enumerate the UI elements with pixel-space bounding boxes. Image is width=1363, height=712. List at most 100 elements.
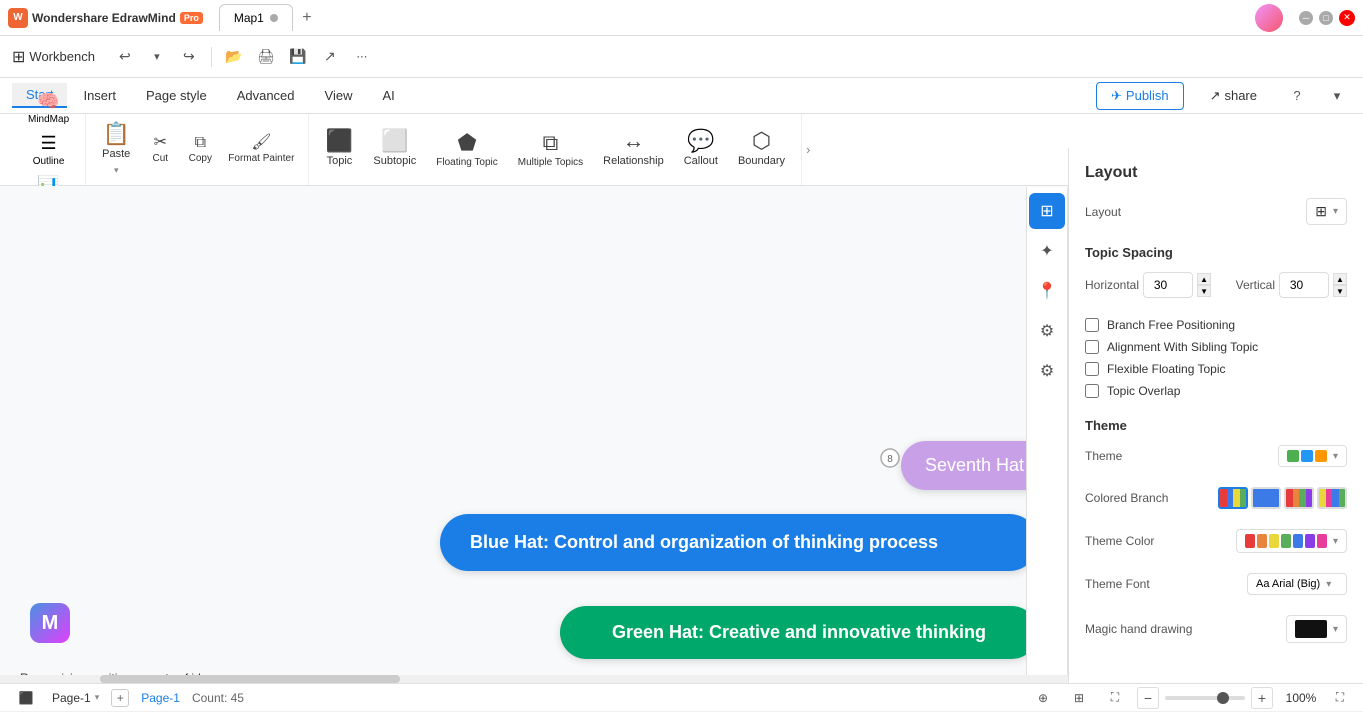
flexible-floating-checkbox[interactable] [1085,362,1099,376]
user-avatar[interactable] [1255,4,1283,32]
branch-free-label: Branch Free Positioning [1107,318,1235,332]
magic-hand-row: Magic hand drawing ▾ [1085,615,1347,643]
export-button[interactable]: 💾 [284,43,312,71]
add-page-button[interactable]: + [111,689,129,707]
swatch-green [1281,534,1291,548]
horizontal-spin-up[interactable]: ▲ [1197,273,1211,285]
view-modes: 🧠 MindMap ☰ Outline 📊 PPT [12,114,86,185]
callout-button[interactable]: 💬 Callout [676,126,726,172]
colored-branch-label: Colored Branch [1085,491,1168,505]
expand-button[interactable]: ⛶ [1329,687,1351,709]
theme-panel-button[interactable]: ⚙ [1029,313,1065,349]
horizontal-input[interactable] [1143,272,1193,298]
map-tab[interactable]: Map1 [219,4,293,31]
close-button[interactable]: ✕ [1339,10,1355,26]
zoom-in-button[interactable]: + [1251,687,1273,709]
open-button[interactable]: 📂 [220,43,248,71]
cb-option-4[interactable] [1317,487,1347,509]
maximize-button[interactable]: □ [1319,11,1333,25]
undo-dropdown[interactable]: ▾ [143,43,171,71]
cb-option-3[interactable] [1284,487,1314,509]
blue-hat-node[interactable]: Blue Hat: Control and organization of th… [440,514,1038,571]
paste-button[interactable]: 📋 Paste ▾ [94,119,138,179]
cut-icon: ✂ [154,135,167,151]
vertical-label: Vertical [1236,278,1275,292]
topic-group: ⬛ Topic ⬜ Subtopic ⬟ Floating Topic ⧉ Mu… [309,114,802,185]
cut-button[interactable]: ✂ Cut [142,132,178,168]
zoom-slider[interactable] [1165,696,1245,700]
mindmap-mode-button[interactable]: 🧠 MindMap [20,88,77,128]
outline-mode-button[interactable]: ☰ Outline [25,130,73,170]
relationship-button[interactable]: ↔ Relationship [595,126,672,172]
grid-view-button[interactable]: ⊞ [1065,684,1093,712]
alignment-sibling-checkbox[interactable] [1085,340,1099,354]
share-button[interactable]: ↗ share [1196,83,1271,109]
help-button[interactable]: ? [1283,82,1311,110]
menu-ai[interactable]: AI [368,84,408,107]
more-toolbar-button[interactable]: ⋯ [348,43,376,71]
style-panel-button[interactable]: ✦ [1029,233,1065,269]
zoom-level: 100% [1281,691,1321,705]
toggle-panel-button[interactable]: ⬛ [12,684,40,712]
cb-option-2[interactable] [1251,487,1281,509]
menu-page-style[interactable]: Page style [132,84,221,107]
menu-advanced[interactable]: Advanced [223,84,309,107]
count-display: Count: 45 [192,691,244,705]
zoom-out-button[interactable]: − [1137,687,1159,709]
theme-selector[interactable]: ▾ [1278,445,1347,467]
vertical-spin-up[interactable]: ▲ [1333,273,1347,285]
copy-button[interactable]: ⧉ Copy [182,132,218,168]
theme-font-label: Theme Font [1085,577,1150,591]
branch-free-checkbox[interactable] [1085,318,1099,332]
publish-button[interactable]: ✈ Publish [1096,82,1184,110]
settings-panel-button[interactable]: ⚙ [1029,353,1065,389]
multiple-topics-button[interactable]: ⧉ Multiple Topics [510,128,591,172]
settings-button[interactable]: ▾ [1323,82,1351,110]
cb-option-1[interactable] [1218,487,1248,509]
menu-view[interactable]: View [311,84,367,107]
magic-draw-selector[interactable]: ▾ [1286,615,1347,643]
subtopic-button[interactable]: ⬜ Subtopic [365,126,424,172]
insert-panel-button[interactable]: 📍 [1029,273,1065,309]
horizontal-spin-down[interactable]: ▼ [1197,285,1211,297]
page-1-tab[interactable]: Page-1 ▾ [52,691,99,705]
format-painter-button[interactable]: 🖌 Format Painter [222,132,300,167]
topic-overlap-checkbox[interactable] [1085,384,1099,398]
spacing-row: Horizontal ▲ ▼ Vertical ▲ ▼ [1085,272,1347,298]
floating-topic-button[interactable]: ⬟ Floating Topic [428,128,506,172]
status-right: ⊕ ⊞ ⛶ − + 100% ⛶ [1029,684,1351,712]
undo-button[interactable]: ↩ [111,43,139,71]
vertical-input[interactable] [1279,272,1329,298]
theme-color-label: Theme Color [1085,534,1154,548]
vertical-spin-down[interactable]: ▼ [1333,285,1347,297]
active-page-tab[interactable]: Page-1 [141,691,180,705]
app-logo-icon: W [8,8,28,28]
app-name: Wondershare EdrawMind [32,11,176,25]
green-hat-node[interactable]: Green Hat: Creative and innovative think… [560,606,1038,659]
topic-spacing-section: Topic Spacing Horizontal ▲ ▼ Vertical ▲ … [1085,245,1347,298]
ribbon-more-button[interactable]: › [802,138,814,161]
theme-color-bar[interactable]: ▾ [1236,529,1347,553]
share-toolbar-button[interactable]: ↗ [316,43,344,71]
fullscreen-button[interactable]: ⛶ [1101,684,1129,712]
theme-font-selector[interactable]: Aa Arial (Big) ▾ [1247,573,1347,595]
scroll-thumb[interactable] [100,675,400,683]
topic-button[interactable]: ⬛ Topic [317,126,361,172]
print-button[interactable]: 🖨 [252,43,280,71]
swatch-blue [1293,534,1303,548]
floating-topic-icon: ⬟ [457,132,476,154]
horizontal-scrollbar[interactable] [0,675,1068,683]
colored-branch-section: Colored Branch [1085,487,1347,509]
swatch-red [1245,534,1255,548]
redo-button[interactable]: ↪ [175,43,203,71]
layout-panel-button[interactable]: ⊞ [1029,193,1065,229]
add-tab-button[interactable]: + [295,6,319,30]
fit-view-button[interactable]: ⊕ [1029,684,1057,712]
boundary-button[interactable]: ⬡ Boundary [730,126,793,172]
workbench-button[interactable]: ⊞ Workbench [12,47,95,67]
menu-insert[interactable]: Insert [69,84,130,107]
horizontal-spin: ▲ ▼ [1197,273,1211,297]
share-label: share [1224,88,1257,103]
minimize-button[interactable]: ─ [1299,11,1313,25]
layout-selector[interactable]: ⊞ ▾ [1306,198,1347,225]
